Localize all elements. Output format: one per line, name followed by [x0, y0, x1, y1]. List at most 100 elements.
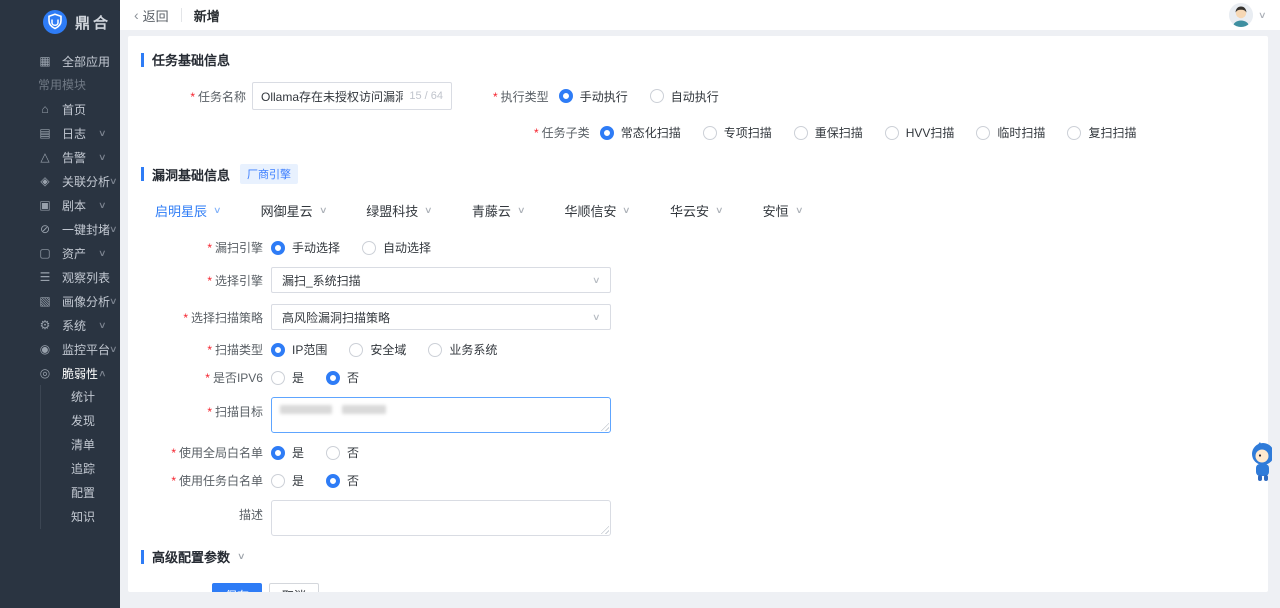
chevron-down-icon: ∨ [213, 205, 222, 216]
sidebar-submenu: 统计 发现 清单 追踪 配置 知识 [40, 385, 120, 529]
global-whitelist-row: 使用全局白名单 是 否 [141, 444, 1248, 461]
vendor-tab[interactable]: 华云安 ∨ [670, 201, 723, 220]
engine-select[interactable]: 漏扫_系统扫描 ∨ [271, 267, 611, 293]
radio-icon [885, 126, 899, 140]
chevron-down-icon[interactable]: ∨ [1258, 10, 1267, 21]
collapse-icon[interactable]: ∨ [237, 551, 246, 562]
radio-option[interactable]: 复扫扫描 [1067, 124, 1136, 141]
radio-option[interactable]: 手动执行 [559, 88, 628, 105]
radio-icon [271, 241, 285, 255]
sidebar: 鼎合 ▦ 全部应用 ∨ 常用模块 ⌂ 首页 ∨ ▤ 日志 ∨ △ 告警 [0, 0, 120, 608]
sidebar-item[interactable]: ▧ 画像分析 ∨ [0, 289, 120, 313]
sidebar-subitem[interactable]: 配置 [41, 481, 120, 505]
sidebar-subitem[interactable]: 统计 [41, 385, 120, 409]
policy-select-label: 选择扫描策略 [141, 309, 263, 326]
radio-option[interactable]: 是 [271, 444, 304, 461]
task-name-input[interactable]: Ollama存在未授权访问漏洞 15 / 64 [252, 82, 452, 110]
sidebar-nav: ⌂ 首页 ∨ ▤ 日志 ∨ △ 告警 ∨ ◈ 关联分析 ∨ ▣ 剧本 [0, 97, 120, 385]
block-icon: ⊘ [38, 222, 52, 236]
save-button[interactable]: 保存 [212, 583, 262, 592]
radio-option[interactable]: 手动选择 [271, 239, 340, 256]
sidebar-item[interactable]: ◉ 监控平台 ∨ [0, 337, 120, 361]
sidebar-subitem[interactable]: 发现 [41, 409, 120, 433]
vendor-tab[interactable]: 网御星云 ∨ [261, 201, 327, 220]
radio-option[interactable]: 业务系统 [428, 341, 497, 358]
vendor-tab[interactable]: 安恒 ∨ [763, 201, 803, 220]
radio-icon [271, 371, 285, 385]
radio-option[interactable]: 是 [271, 369, 304, 386]
brand[interactable]: 鼎合 [0, 0, 120, 41]
sidebar-subitem[interactable]: 追踪 [41, 457, 120, 481]
policy-select[interactable]: 高风险漏洞扫描策略 ∨ [271, 304, 611, 330]
asset-icon: ▢ [38, 246, 52, 260]
radio-option[interactable]: IP范围 [271, 341, 327, 358]
chevron-down-icon: ∨ [98, 368, 107, 379]
engine-mode-label: 漏扫引擎 [141, 239, 263, 256]
sidebar-item[interactable]: ⌂ 首页 ∨ [0, 97, 120, 121]
mascot-assistant[interactable] [1248, 442, 1272, 482]
task-name-label: 任务名称 [141, 88, 246, 105]
engine-mode-row: 漏扫引擎 手动选择 自动选择 [141, 239, 1248, 256]
radio-icon [650, 89, 664, 103]
radio-option[interactable]: 自动执行 [650, 88, 719, 105]
radio-icon [1067, 126, 1081, 140]
ipv6-row: 是否IPV6 是 否 [141, 369, 1248, 386]
radio-option[interactable]: 专项扫描 [703, 124, 772, 141]
sidebar-item-all-apps[interactable]: ▦ 全部应用 ∨ [0, 49, 120, 73]
sidebar-item[interactable]: ▤ 日志 ∨ [0, 121, 120, 145]
sidebar-item[interactable]: ◎ 脆弱性 ∨ [0, 361, 120, 385]
chevron-down-icon: ∨ [795, 205, 804, 216]
task-whitelist-row: 使用任务白名单 是 否 [141, 472, 1248, 489]
vendor-tab[interactable]: 华顺信安 ∨ [564, 201, 630, 220]
radio-option[interactable]: 否 [326, 369, 359, 386]
task-whitelist-label: 使用任务白名单 [141, 472, 263, 489]
gear-icon: ⚙ [38, 318, 52, 332]
radio-option[interactable]: HVV扫描 [885, 124, 955, 141]
radio-option[interactable]: 重保扫描 [794, 124, 863, 141]
radio-option[interactable]: 自动选择 [362, 239, 431, 256]
back-button[interactable]: ‹ 返回 [134, 6, 169, 25]
mascot-image [1248, 442, 1272, 482]
description-row: 描述 [141, 500, 1248, 536]
radio-option[interactable]: 临时扫描 [976, 124, 1045, 141]
sidebar-subitem[interactable]: 清单 [41, 433, 120, 457]
radio-option[interactable]: 常态化扫描 [600, 124, 681, 141]
vendor-tab[interactable]: 绿盟科技 ∨ [366, 201, 432, 220]
chevron-down-icon: ∨ [592, 312, 601, 323]
vendor-tab[interactable]: 启明星辰 ∨ [155, 201, 221, 220]
scan-target-textarea[interactable] [271, 397, 611, 433]
monitor-icon: ◉ [38, 342, 52, 356]
engine-select-row: 选择引擎 漏扫_系统扫描 ∨ [141, 267, 1248, 293]
description-textarea[interactable] [271, 500, 611, 536]
sidebar-item[interactable]: ▣ 剧本 ∨ [0, 193, 120, 217]
user-avatar[interactable] [1229, 3, 1253, 27]
image-icon: ▧ [38, 294, 52, 308]
engine-select-label: 选择引擎 [141, 272, 263, 289]
policy-select-row: 选择扫描策略 高风险漏洞扫描策略 ∨ [141, 304, 1248, 330]
sidebar-item[interactable]: ◈ 关联分析 ∨ [0, 169, 120, 193]
sidebar-item[interactable]: △ 告警 ∨ [0, 145, 120, 169]
sidebar-item[interactable]: ⊘ 一键封堵 ∨ [0, 217, 120, 241]
sidebar-item[interactable]: ☰ 观察列表 ∨ [0, 265, 120, 289]
global-whitelist-label: 使用全局白名单 [141, 444, 263, 461]
chevron-down-icon: ∨ [98, 248, 107, 259]
sidebar-item[interactable]: ▢ 资产 ∨ [0, 241, 120, 265]
chevron-down-icon: ∨ [109, 176, 118, 187]
radio-option[interactable]: 是 [271, 472, 304, 489]
vendor-tab[interactable]: 青藤云 ∨ [472, 201, 525, 220]
radio-icon [271, 343, 285, 357]
radio-option[interactable]: 否 [326, 472, 359, 489]
vuln-form: 漏扫引擎 手动选择 自动选择 选 [141, 239, 1248, 536]
chevron-down-icon: ∨ [319, 205, 328, 216]
sidebar-item[interactable]: ⚙ 系统 ∨ [0, 313, 120, 337]
radio-option[interactable]: 安全域 [349, 341, 406, 358]
radio-option[interactable]: 否 [326, 444, 359, 461]
cancel-button[interactable]: 取消 [269, 583, 319, 592]
topbar: ‹ 返回 新增 ∨ [120, 0, 1280, 30]
sidebar-subitem[interactable]: 知识 [41, 505, 120, 529]
chevron-down-icon: ∨ [592, 275, 601, 286]
vendor-engine-tag: 厂商引擎 [240, 164, 298, 184]
char-counter: 15 / 64 [409, 90, 443, 102]
watchlist-icon: ☰ [38, 270, 52, 284]
chevron-down-icon: ∨ [715, 205, 724, 216]
